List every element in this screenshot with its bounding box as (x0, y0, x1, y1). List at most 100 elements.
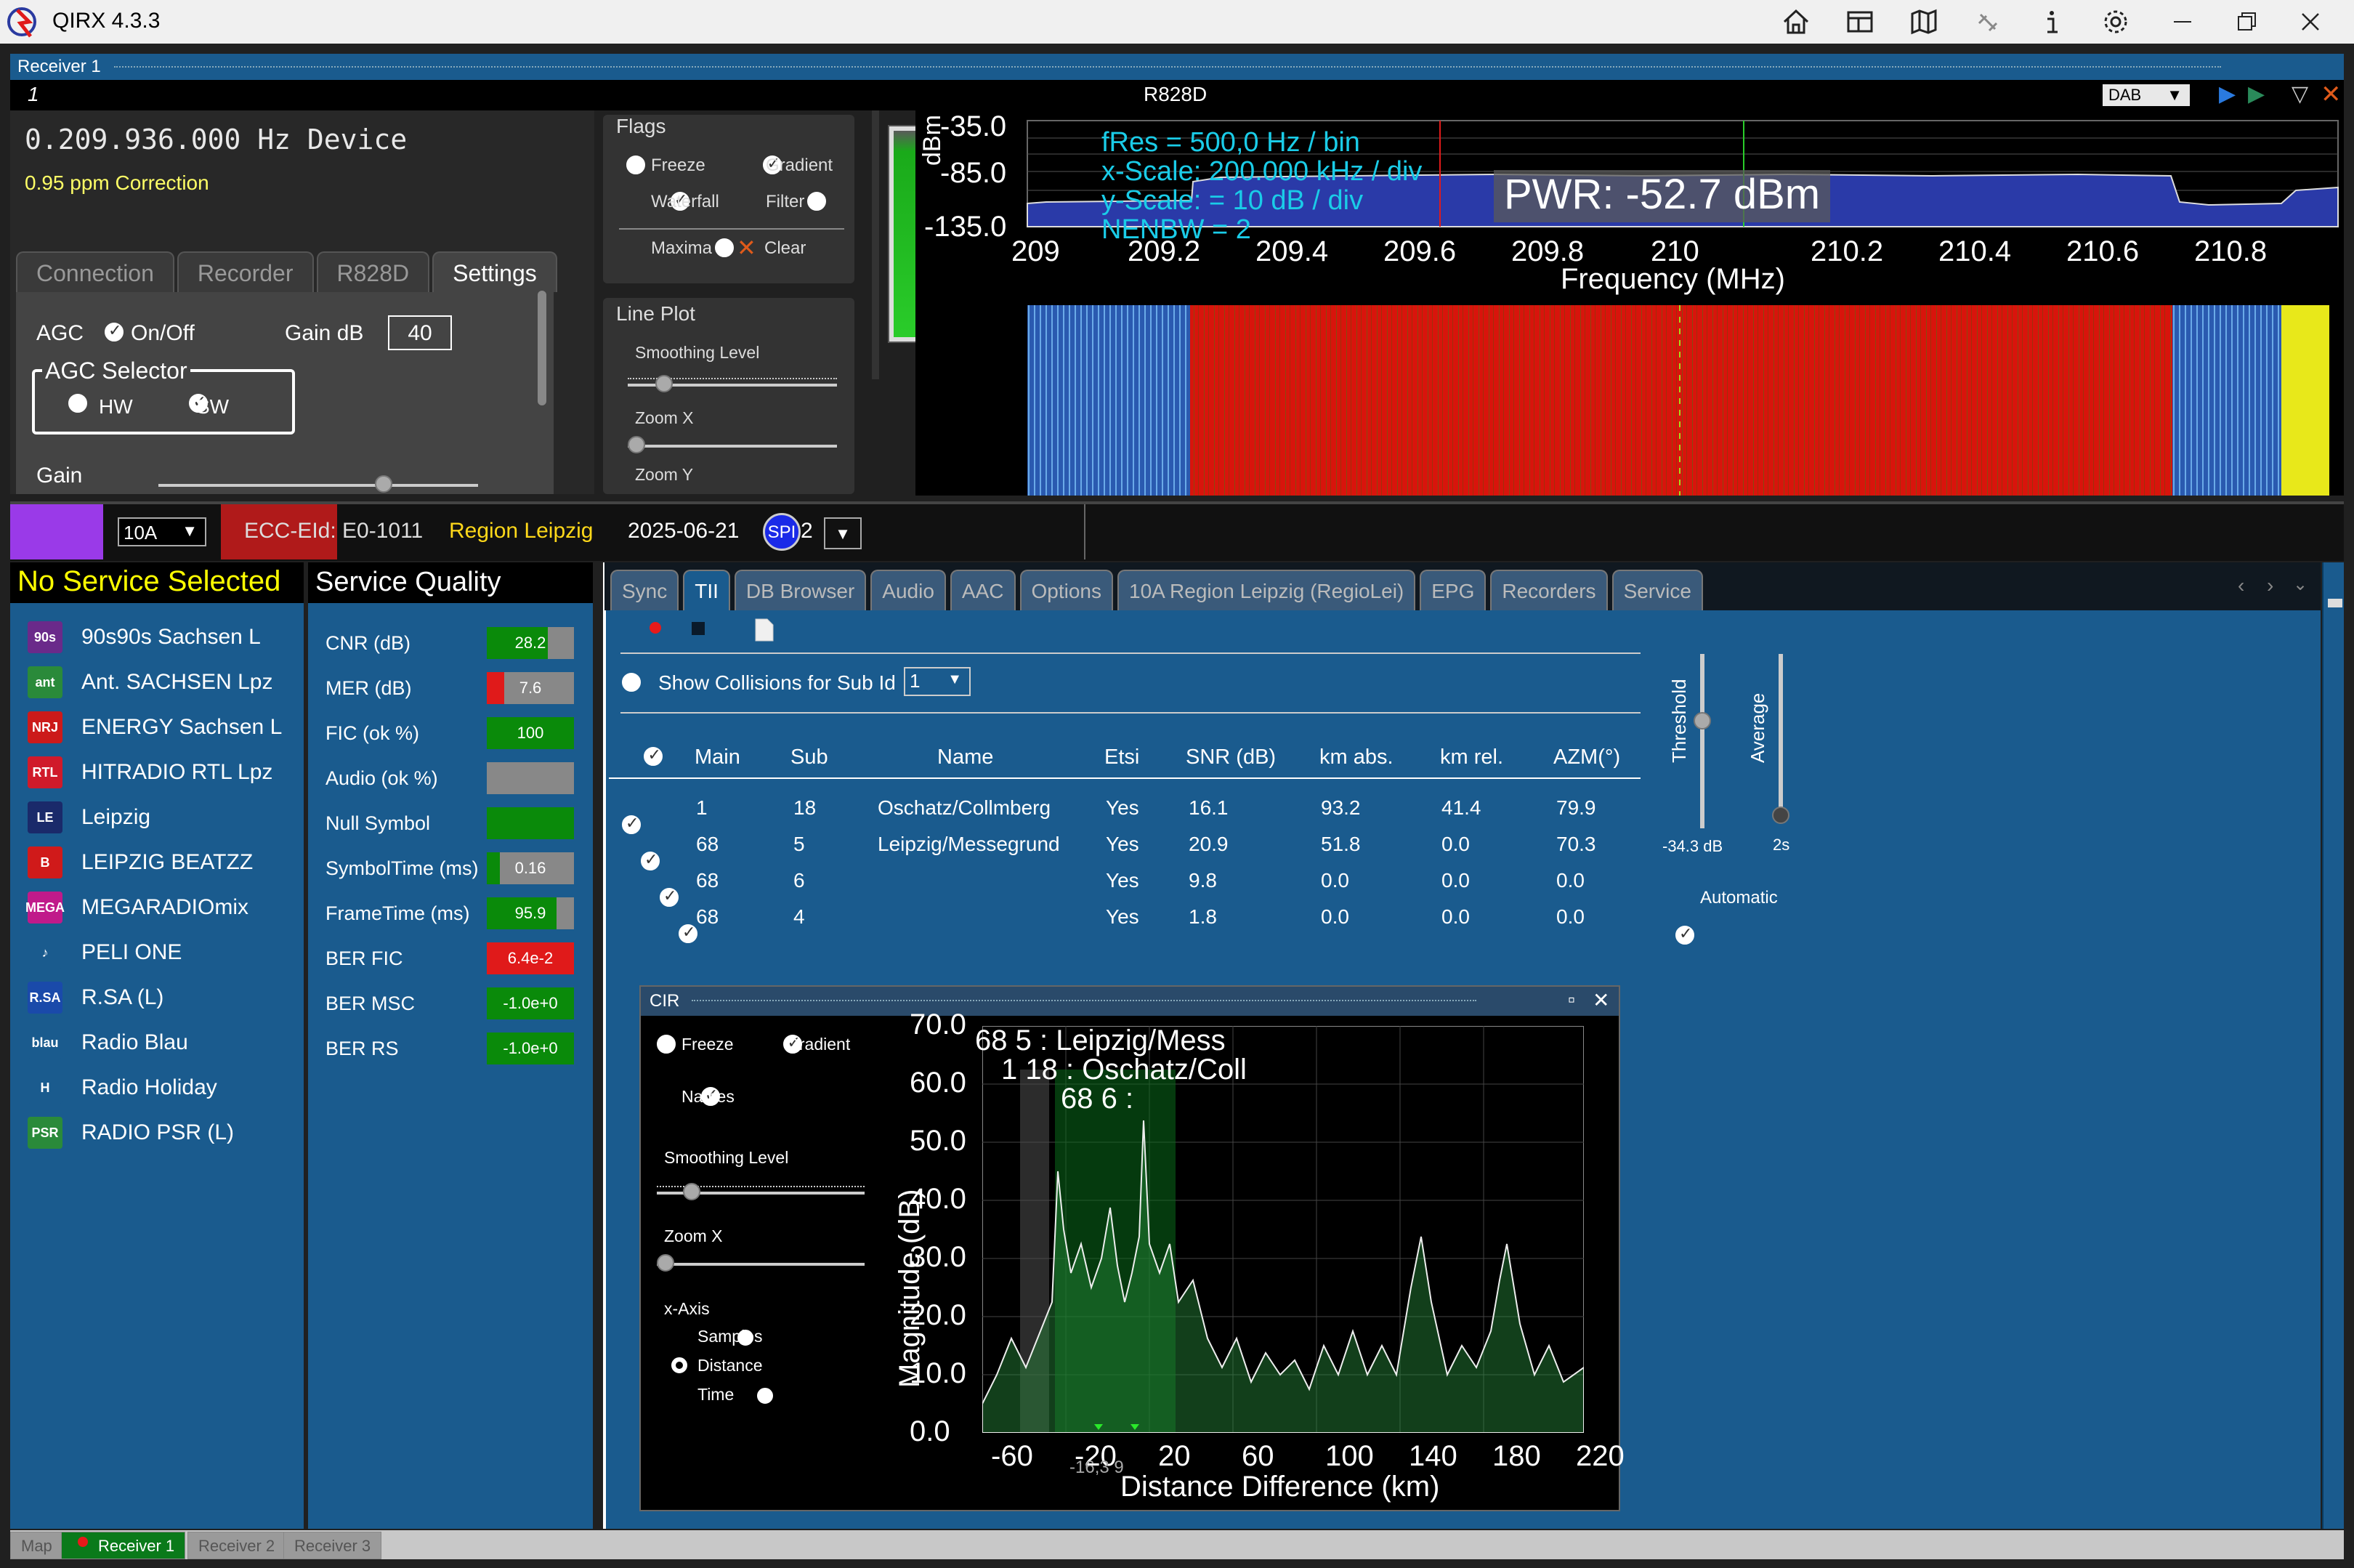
tab-epg[interactable]: EPG (1420, 570, 1487, 610)
lineplot-smoothing-knob[interactable] (655, 375, 673, 392)
mode-select[interactable]: DAB ▼ (2103, 84, 2190, 106)
tii-row-checkbox[interactable] (660, 886, 679, 907)
restore-icon[interactable] (2225, 4, 2268, 39)
cir-zoomx-slider[interactable] (657, 1263, 865, 1266)
tab-options[interactable]: Options (1019, 570, 1113, 610)
service-item[interactable]: R.SA R.SA (L) (10, 975, 304, 1020)
tab-10a-region-leipzig-regiolei-[interactable]: 10A Region Leipzig (RegioLei) (1117, 570, 1416, 610)
tii-row-checkbox[interactable] (622, 814, 641, 834)
tab-scroll-left-icon[interactable]: ‹ (2238, 574, 2244, 597)
cir-zoomx-knob[interactable] (657, 1254, 674, 1272)
status-dropdown-button[interactable]: ▼ (824, 517, 862, 549)
show-collisions-radio[interactable] (622, 673, 641, 692)
play-all-icon[interactable]: ▶ (2248, 81, 2265, 107)
collapse-icon[interactable]: ▽ (2292, 81, 2308, 107)
service-item[interactable]: ♪ PELI ONE (10, 930, 304, 975)
play-icon[interactable]: ▶ (2219, 81, 2236, 107)
service-item[interactable]: RTL HITRADIO RTL Lpz (10, 750, 304, 795)
lineplot-zoomx-knob[interactable] (628, 436, 645, 453)
service-item[interactable]: blau Radio Blau (10, 1020, 304, 1065)
gain-slider-track[interactable] (158, 484, 478, 487)
lineplot-zoomx-slider[interactable] (628, 445, 837, 448)
tab-settings[interactable]: Settings (432, 251, 557, 292)
tii-column-header[interactable]: km abs. (1319, 745, 1394, 769)
service-item[interactable]: NRJ ENERGY Sachsen L (10, 705, 304, 750)
stop-icon[interactable] (692, 622, 705, 635)
document-icon[interactable] (754, 618, 774, 642)
hw-radio[interactable] (68, 394, 87, 413)
service-logo-icon: ant (28, 666, 62, 698)
tii-column-header[interactable]: Name (937, 745, 993, 769)
tii-row-checkbox[interactable] (679, 923, 697, 943)
home-icon[interactable] (1774, 4, 1818, 39)
tab-connection[interactable]: Connection (16, 251, 174, 292)
maxima-radio[interactable] (714, 238, 734, 257)
tab-recorder[interactable]: Recorder (177, 251, 314, 292)
tab-receiver-1[interactable]: Receiver 1 (61, 1532, 186, 1559)
cir-freeze-radio[interactable] (657, 1035, 676, 1054)
gear-icon[interactable] (2094, 4, 2137, 39)
minimize-icon[interactable] (2161, 4, 2204, 39)
spi-badge[interactable]: SPI (763, 513, 801, 551)
tab-r828d[interactable]: R828D (316, 251, 430, 292)
service-item[interactable]: PSR RADIO PSR (L) (10, 1110, 304, 1155)
filter-radio[interactable] (807, 192, 827, 211)
tii-column-header[interactable]: Main (695, 745, 740, 769)
service-logo-icon: LE (28, 801, 62, 833)
service-item[interactable]: MEGA MEGARADIOmix (10, 885, 304, 930)
threshold-slider-track[interactable] (1700, 654, 1704, 828)
service-item[interactable]: B LEIPZIG BEATZZ (10, 840, 304, 885)
tab-recorders[interactable]: Recorders (1490, 570, 1608, 610)
cir-close-icon[interactable]: ✕ (1593, 988, 1609, 1012)
gain-db-input[interactable]: 40 (388, 315, 452, 350)
record-icon[interactable] (650, 622, 661, 634)
tab-aac[interactable]: AAC (950, 570, 1016, 610)
tab-db-browser[interactable]: DB Browser (734, 570, 867, 610)
cir-smoothing-knob[interactable] (683, 1183, 700, 1200)
service-item[interactable]: ant Ant. SACHSEN Lpz (10, 660, 304, 705)
tab-receiver-2[interactable]: Receiver 2 (187, 1532, 286, 1559)
tii-column-header[interactable]: AZM(°) (1553, 745, 1620, 769)
tii-cell: 0.0 (1556, 869, 1585, 892)
tab-receiver-3[interactable]: Receiver 3 (283, 1532, 382, 1559)
satellite-icon[interactable] (1966, 4, 2010, 39)
service-item[interactable]: 90s 90s90s Sachsen L (10, 615, 304, 660)
distance-radio[interactable] (671, 1357, 687, 1373)
average-slider-knob[interactable] (1772, 807, 1789, 824)
tii-column-header[interactable]: Sub (790, 745, 828, 769)
automatic-checkbox[interactable] (1675, 924, 1694, 945)
average-slider-track[interactable] (1779, 654, 1783, 814)
cir-window: CIR ▫ ✕ Freeze Gradient Names Smoothing … (639, 985, 1625, 1511)
tii-column-header[interactable]: SNR (dB) (1186, 745, 1276, 769)
service-item[interactable]: LE Leipzig (10, 795, 304, 840)
tii-row-checkbox[interactable] (641, 850, 660, 870)
tab-map[interactable]: Map (10, 1532, 63, 1559)
clear-icon[interactable]: ✕ (737, 234, 756, 262)
close-icon[interactable] (2289, 4, 2332, 39)
service-item[interactable]: H Radio Holiday (10, 1065, 304, 1110)
tab-tii[interactable]: TII (683, 570, 730, 610)
cir-maximize-icon[interactable]: ▫ (1568, 988, 1575, 1011)
sub-id-select[interactable]: 1 ▼ (904, 667, 971, 696)
map-icon[interactable] (1902, 4, 1946, 39)
freeze-radio[interactable] (626, 155, 645, 174)
gain-slider-knob[interactable] (375, 475, 392, 493)
settings-scrollbar[interactable] (538, 291, 546, 405)
channel-select[interactable]: 10A ▼ (118, 517, 206, 546)
tab-menu-icon[interactable]: ⌄ (2293, 574, 2308, 595)
right-scroll-thumb[interactable] (2328, 599, 2342, 607)
tab-scroll-right-icon[interactable]: › (2267, 574, 2273, 597)
tab-service[interactable]: Service (1611, 570, 1703, 610)
threshold-slider-knob[interactable] (1694, 712, 1711, 730)
select-all-checkbox[interactable] (644, 745, 663, 766)
tab-audio[interactable]: Audio (870, 570, 946, 610)
layout-icon[interactable] (1838, 4, 1882, 39)
tii-column-header[interactable]: km rel. (1440, 745, 1503, 769)
time-radio[interactable] (756, 1388, 773, 1404)
info-icon[interactable] (2030, 4, 2074, 39)
tab-sync[interactable]: Sync (610, 570, 679, 610)
tii-cell: 16.1 (1189, 796, 1229, 819)
close-receiver-icon[interactable]: ✕ (2321, 80, 2342, 109)
agc-onoff-checkbox[interactable] (105, 321, 124, 342)
tii-column-header[interactable]: Etsi (1104, 745, 1139, 769)
